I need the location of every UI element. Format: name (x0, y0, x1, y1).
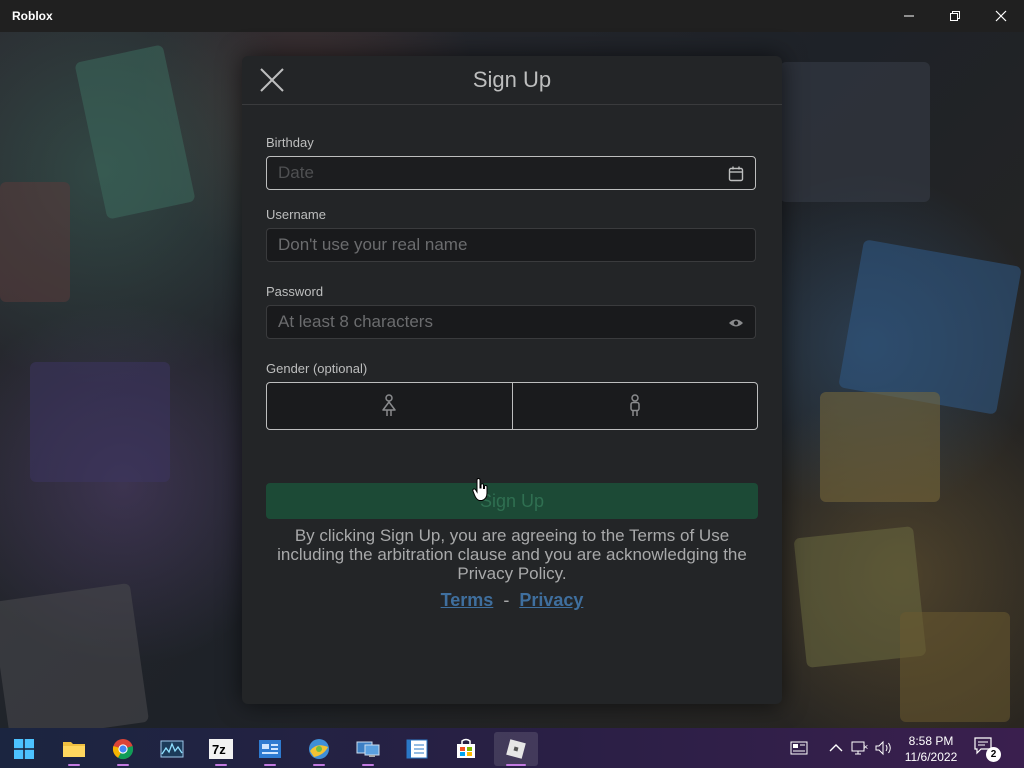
link-separator: - (503, 590, 510, 610)
volume-icon (875, 740, 891, 756)
legal-links: Terms - Privacy (242, 590, 782, 611)
minimize-button[interactable] (886, 0, 932, 32)
taskbar-roblox[interactable] (494, 732, 538, 766)
roblox-icon (506, 739, 526, 759)
tray-network[interactable]: × (849, 738, 871, 758)
dialog-title: Sign Up (472, 67, 552, 92)
taskbar-notepad[interactable] (397, 732, 437, 766)
taskbar-7zip[interactable]: 7z (201, 732, 241, 766)
legal-text: By clicking Sign Up, you are agreeing to… (277, 526, 747, 583)
female-icon (382, 394, 396, 416)
username-input[interactable] (267, 229, 755, 261)
taskbar-chrome[interactable] (103, 732, 143, 766)
start-button[interactable] (4, 732, 44, 766)
remote-desktop-icon (356, 741, 380, 757)
username-field[interactable] (266, 228, 756, 262)
restore-icon (950, 11, 960, 21)
taskbar-resource-monitor[interactable] (152, 732, 192, 766)
7zip-icon: 7z (209, 739, 233, 759)
notepad-icon (406, 739, 428, 759)
tray-news[interactable] (788, 738, 810, 758)
file-explorer-icon (63, 742, 85, 757)
close-window-button[interactable] (978, 0, 1024, 32)
minimize-icon (904, 15, 914, 17)
windows-start-icon (14, 739, 34, 759)
taskbar: 7z × 2 (0, 728, 1024, 768)
gender-female-button[interactable] (267, 383, 512, 429)
svg-text:7z: 7z (212, 742, 226, 757)
terms-link[interactable]: Terms (441, 590, 494, 610)
clock-date: 11/6/2022 (904, 750, 958, 764)
clock-time: 8:58 PM (908, 734, 954, 748)
control-panel-icon (259, 740, 281, 758)
male-icon (630, 394, 640, 416)
gender-selector (266, 382, 758, 430)
privacy-link[interactable]: Privacy (519, 590, 583, 610)
gender-male-button[interactable] (511, 383, 758, 429)
microsoft-store-icon (457, 738, 475, 758)
password-field[interactable] (266, 305, 756, 339)
signup-button[interactable]: Sign Up (266, 483, 758, 519)
browser-icon (309, 739, 329, 759)
svg-text:×: × (863, 742, 868, 752)
chevron-up-icon (829, 744, 843, 752)
birthday-field[interactable] (266, 156, 756, 190)
tray-overflow[interactable] (825, 738, 847, 758)
eye-icon[interactable] (727, 314, 745, 332)
notification-badge: 2 (986, 747, 1001, 762)
network-icon: × (851, 741, 868, 755)
taskbar-control-panel[interactable] (250, 732, 290, 766)
dialog-header: Sign Up (242, 56, 782, 105)
hand-cursor-icon (472, 478, 488, 501)
taskbar-microsoft-store[interactable] (446, 732, 486, 766)
gender-label: Gender (optional) (266, 361, 368, 376)
password-label: Password (266, 284, 324, 299)
resource-monitor-icon (160, 740, 184, 758)
window-titlebar: Roblox (0, 0, 1024, 32)
birthday-input[interactable] (267, 157, 755, 189)
taskbar-remote-desktop[interactable] (348, 732, 388, 766)
news-icon (790, 741, 808, 755)
restore-button[interactable] (932, 0, 978, 32)
calendar-icon[interactable] (727, 165, 745, 183)
window-title: Roblox (12, 9, 53, 23)
taskbar-browser[interactable] (299, 732, 339, 766)
taskbar-clock[interactable]: 8:58 PM 11/6/2022 (898, 733, 964, 765)
tray-volume[interactable] (873, 738, 895, 758)
chrome-icon (112, 739, 134, 760)
password-input[interactable] (267, 306, 755, 338)
taskbar-file-explorer[interactable] (54, 732, 94, 766)
notification-center[interactable]: 2 (974, 737, 1002, 762)
signup-dialog: Sign Up Birthday Username Password Gende… (242, 56, 782, 704)
birthday-label: Birthday (266, 135, 314, 150)
close-icon (995, 10, 1007, 22)
username-label: Username (266, 207, 326, 222)
